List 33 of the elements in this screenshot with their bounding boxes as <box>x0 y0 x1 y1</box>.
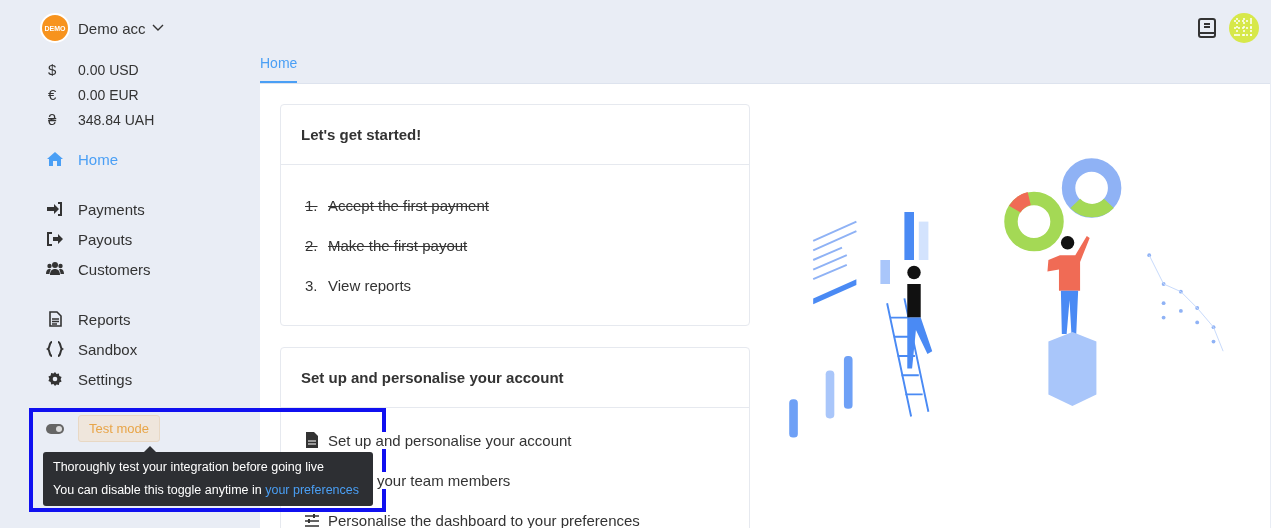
balance-amount: 348.84 UAH <box>78 111 155 128</box>
sign-out-icon <box>46 231 64 247</box>
document-icon <box>46 311 64 327</box>
chevron-down-icon <box>151 24 164 32</box>
nav-item[interactable]: Settings <box>40 364 216 394</box>
users-icon <box>46 261 64 277</box>
nav-item[interactable]: Customers <box>40 254 216 284</box>
settings-icon <box>46 371 64 387</box>
currency-symbol: $ <box>48 61 58 78</box>
currency-symbol: ₴ <box>48 111 58 128</box>
currency-symbol: € <box>48 86 58 103</box>
book-icon[interactable] <box>1197 17 1217 39</box>
sign-in-icon <box>46 201 64 217</box>
balance-amount: 0.00 USD <box>78 61 139 78</box>
card-title: Let's get started! <box>281 105 749 165</box>
document-icon <box>305 432 319 448</box>
preferences-link[interactable]: your preferences <box>265 483 359 497</box>
setup-item[interactable]: your team members <box>377 471 511 489</box>
card-title: Set up and personalise your account <box>281 348 749 408</box>
balance-amount: 0.00 EUR <box>78 86 139 103</box>
nav-item[interactable]: Reports <box>40 304 216 334</box>
nav-item[interactable]: Payouts <box>40 224 216 254</box>
setup-item[interactable]: Set up and personalise your account <box>328 431 572 449</box>
braces-icon <box>46 341 64 357</box>
toggle-switch[interactable] <box>46 423 64 434</box>
home-icon <box>46 151 64 167</box>
sliders-icon <box>305 512 319 528</box>
nav-item[interactable]: Sandbox <box>40 334 216 364</box>
tooltip-text: You can disable this toggle anytime in <box>53 483 263 497</box>
account-switcher[interactable]: Demo acc <box>78 19 164 37</box>
nav-item[interactable]: Payments <box>40 194 216 224</box>
test-mode-badge: Test mode <box>78 415 160 442</box>
tooltip-text: Thoroughly test your integration before going live <box>53 459 325 476</box>
